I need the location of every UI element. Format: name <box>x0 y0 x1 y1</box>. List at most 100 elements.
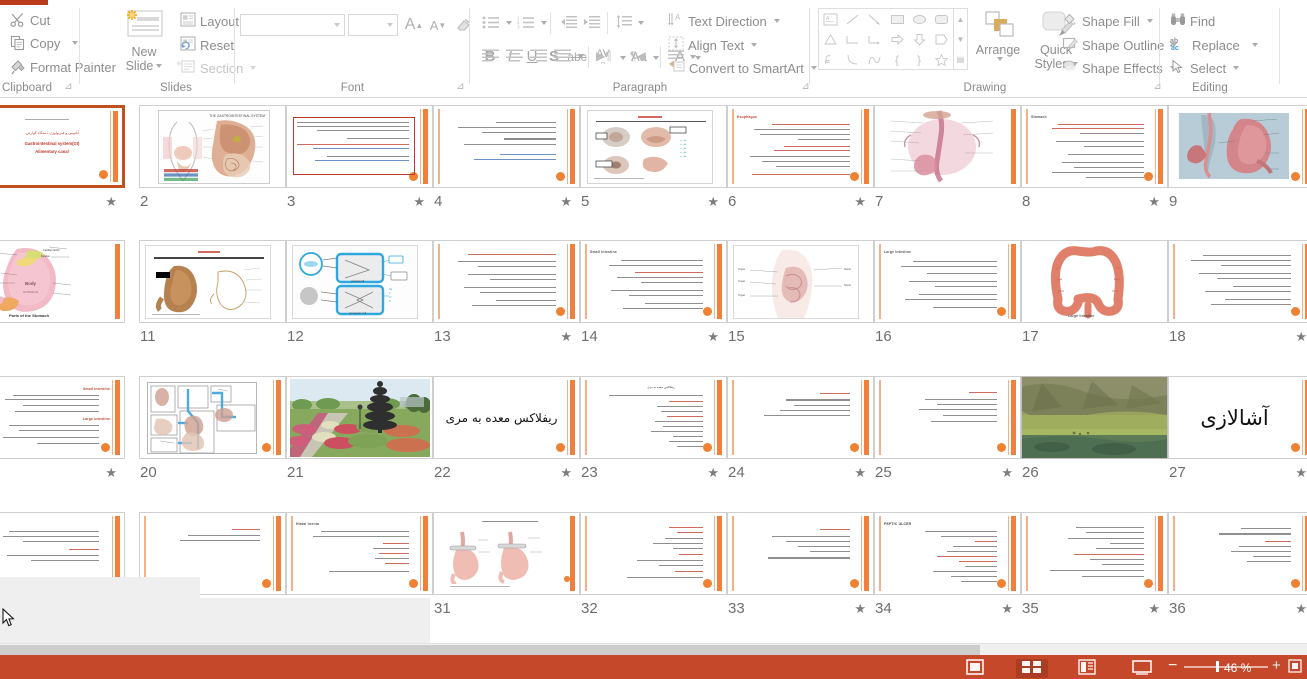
slide-cell[interactable]: 9 <box>1168 105 1307 240</box>
slide-thumbnail-4[interactable] <box>433 105 580 188</box>
slide-cell[interactable]: Small Intestine 14 ★ <box>580 240 727 375</box>
slide-thumbnail-18[interactable] <box>1168 240 1307 323</box>
slide-cell[interactable]: 31 <box>433 512 580 647</box>
arrange-dropdown-icon[interactable] <box>996 57 1003 61</box>
slide-thumbnail-21[interactable] <box>286 376 433 459</box>
copy-button[interactable]: Copy <box>10 35 79 51</box>
slide-thumbnail-14[interactable]: Small Intestine <box>580 240 727 323</box>
slide-cell[interactable]: ریفلاکس معده به مری 22 ★ <box>433 376 580 511</box>
font-size-input[interactable] <box>348 14 398 36</box>
slide-cell[interactable]: PEPTIC ULCER 34 ★ <box>874 512 1021 647</box>
numbering-button[interactable]: 1 2 3 <box>517 15 535 33</box>
slide-show-button[interactable] <box>1132 659 1152 678</box>
select-button[interactable]: Select <box>1170 59 1240 77</box>
zoom-out-button[interactable]: − <box>1168 658 1177 674</box>
replace-dropdown-icon[interactable] <box>1251 43 1258 47</box>
slide-cell[interactable]: Organ Organ Organ Name Name 15 <box>727 240 874 375</box>
reset-button[interactable]: Reset <box>180 36 234 54</box>
slide-cell[interactable]: Na K Cl H parietal cell zymogenic cell 12 <box>286 240 433 375</box>
slide-sorter-view-button[interactable] <box>1016 659 1048 678</box>
align-text-dropdown-icon[interactable] <box>751 43 758 47</box>
shape-arc[interactable] <box>841 49 863 69</box>
bullets-dropdown-icon[interactable] <box>506 21 512 25</box>
ltr-direction-button[interactable]: ▶¶ <box>596 49 612 63</box>
slide-thumbnail-13[interactable] <box>433 240 580 323</box>
font-name-input[interactable] <box>240 14 345 36</box>
slide-cell[interactable]: 7 <box>874 105 1021 240</box>
shape-rounded-rect[interactable] <box>931 9 953 29</box>
slide-cell[interactable]: 36 ★ <box>1168 512 1307 647</box>
shapes-scroll-up-icon[interactable]: ▲ <box>954 9 967 29</box>
shape-right-arrow[interactable] <box>886 29 908 49</box>
shapes-more-icon[interactable]: ▤ <box>954 49 967 69</box>
slide-cell[interactable]: عبارت عبارت عبارت عبارت عبارت 5 ★ <box>580 105 727 240</box>
shape-elbow-arrow[interactable] <box>864 29 886 49</box>
shrink-font-button[interactable]: A ▼ <box>427 14 449 36</box>
slide-thumbnail-8[interactable]: Stomach <box>1021 105 1168 188</box>
zoom-slider-knob[interactable] <box>1216 661 1219 672</box>
select-dropdown-icon[interactable] <box>1233 66 1240 70</box>
normal-view-button[interactable] <box>966 659 984 678</box>
shape-elbow-connector[interactable] <box>841 29 863 49</box>
slide-cell[interactable]: 26 <box>1021 376 1168 511</box>
slide-thumbnail-5[interactable]: عبارت عبارت عبارت عبارت عبارت <box>580 105 727 188</box>
slide-thumbnail-34[interactable]: PEPTIC ULCER <box>874 512 1021 595</box>
slide-thumbnail-9[interactable] <box>1168 105 1307 188</box>
slide-thumbnail-24[interactable] <box>727 376 874 459</box>
align-right-button[interactable] <box>530 49 547 65</box>
slide-cell[interactable]: 21 <box>286 376 433 511</box>
shape-star[interactable] <box>931 49 953 69</box>
arrange-button[interactable]: Arrange <box>970 10 1026 61</box>
justify-dropdown-icon[interactable] <box>578 54 584 58</box>
new-slide-button[interactable]: New Slide <box>114 8 174 73</box>
numbering-dropdown-icon[interactable] <box>541 21 547 25</box>
slide-sorter-pane[interactable]: آناتومی و فیزیولوژی دستگاه گوارش Gastroi… <box>0 99 1307 655</box>
slide-thumbnail-20[interactable] <box>139 376 286 459</box>
slide-cell[interactable]: Large Intestine 17 <box>1021 240 1168 375</box>
increase-indent-button[interactable] <box>583 15 601 32</box>
align-center-button[interactable] <box>506 49 523 65</box>
slide-cell[interactable]: 35 ★ <box>1021 512 1168 647</box>
shape-down-arrow[interactable] <box>908 29 930 49</box>
slide-thumbnail-11[interactable] <box>139 240 286 323</box>
slide-thumbnail-15[interactable]: Organ Organ Organ Name Name <box>727 240 874 323</box>
zoom-in-button[interactable]: + <box>1272 658 1281 674</box>
shape-fill-dropdown-icon[interactable] <box>1146 19 1153 23</box>
slide-cell[interactable]: ریفلاکس معده به مری 23 ★ <box>580 376 727 511</box>
slide-cell[interactable]: Stomach 8 ★ <box>1021 105 1168 240</box>
new-slide-dropdown-icon[interactable] <box>156 64 163 68</box>
slide-thumbnail-16[interactable]: Large Intestine <box>874 240 1021 323</box>
slide-cell[interactable]: 33 ★ <box>727 512 874 647</box>
zoom-level-label[interactable]: 46 % <box>1224 661 1251 675</box>
horizontal-scrollbar-thumb[interactable] <box>0 645 980 655</box>
slide-cell[interactable]: آشالازی 27 ★ <box>1168 376 1307 511</box>
copy-dropdown-icon[interactable] <box>72 41 79 45</box>
reading-view-button[interactable] <box>1078 659 1096 678</box>
slide-thumbnail-33[interactable] <box>727 512 874 595</box>
font-size-dropdown-icon[interactable] <box>387 23 393 27</box>
slide-thumbnail-27[interactable]: آشالازی <box>1168 376 1307 459</box>
slide-thumbnail-26[interactable] <box>1021 376 1168 459</box>
slide-cell[interactable]: 4 ★ <box>433 105 580 240</box>
replace-button[interactable]: ab ac Replace <box>1170 36 1258 54</box>
fit-to-window-button[interactable] <box>1288 659 1302 676</box>
slide-cell[interactable]: 3 ★ <box>286 105 433 240</box>
slide-cell[interactable]: 11 <box>139 240 286 375</box>
slide-cell[interactable]: 20 <box>139 376 286 511</box>
slide-cell[interactable]: 13 ★ <box>433 240 580 375</box>
shapes-gallery-scrollbar[interactable]: ▲ ▼ ▤ <box>954 8 968 70</box>
line-spacing-dropdown-icon[interactable] <box>638 21 644 25</box>
font-name-dropdown-icon[interactable] <box>334 23 340 27</box>
shape-oval[interactable] <box>908 9 930 29</box>
cut-button[interactable]: Cut <box>10 12 50 28</box>
align-left-button[interactable] <box>482 49 499 65</box>
text-direction-button[interactable]: A Text Direction <box>668 12 780 30</box>
clipboard-dialog-launcher[interactable]: ⊿ <box>63 81 74 92</box>
bullets-button[interactable] <box>482 15 500 33</box>
rtl-direction-button[interactable]: ¶◀ <box>630 49 646 63</box>
horizontal-scrollbar[interactable] <box>0 643 1307 655</box>
shape-rectangle[interactable] <box>886 9 908 29</box>
slide-cell[interactable]: 24 ★ <box>727 376 874 511</box>
slide-cell[interactable]: 32 <box>580 512 727 647</box>
slide-thumbnail-30[interactable]: Hiatal hernia <box>286 512 433 595</box>
